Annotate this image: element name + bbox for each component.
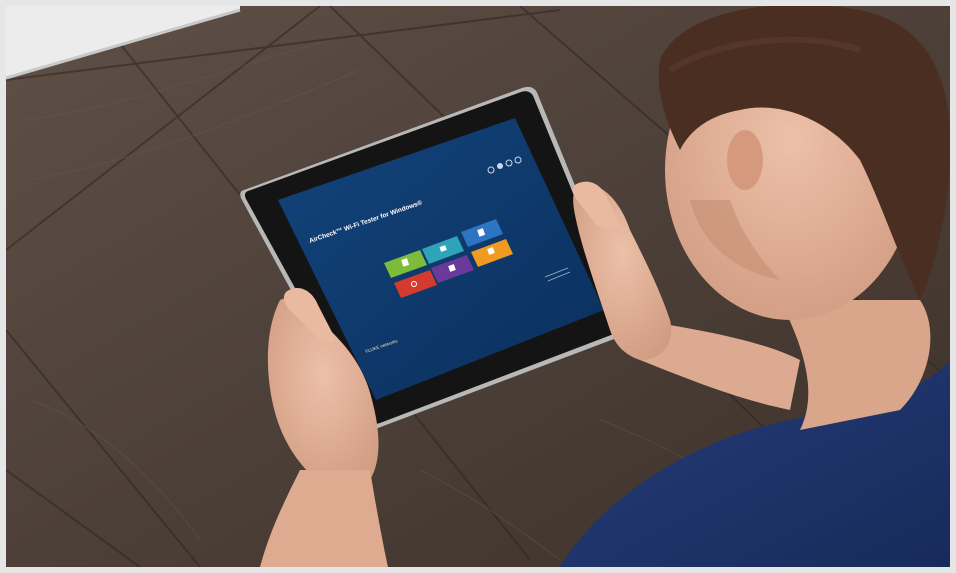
help-icon[interactable] <box>497 163 503 169</box>
photo-scene: AirCheck™ Wi-Fi Tester for Windows® FLUK… <box>0 0 956 573</box>
ear <box>727 130 763 190</box>
